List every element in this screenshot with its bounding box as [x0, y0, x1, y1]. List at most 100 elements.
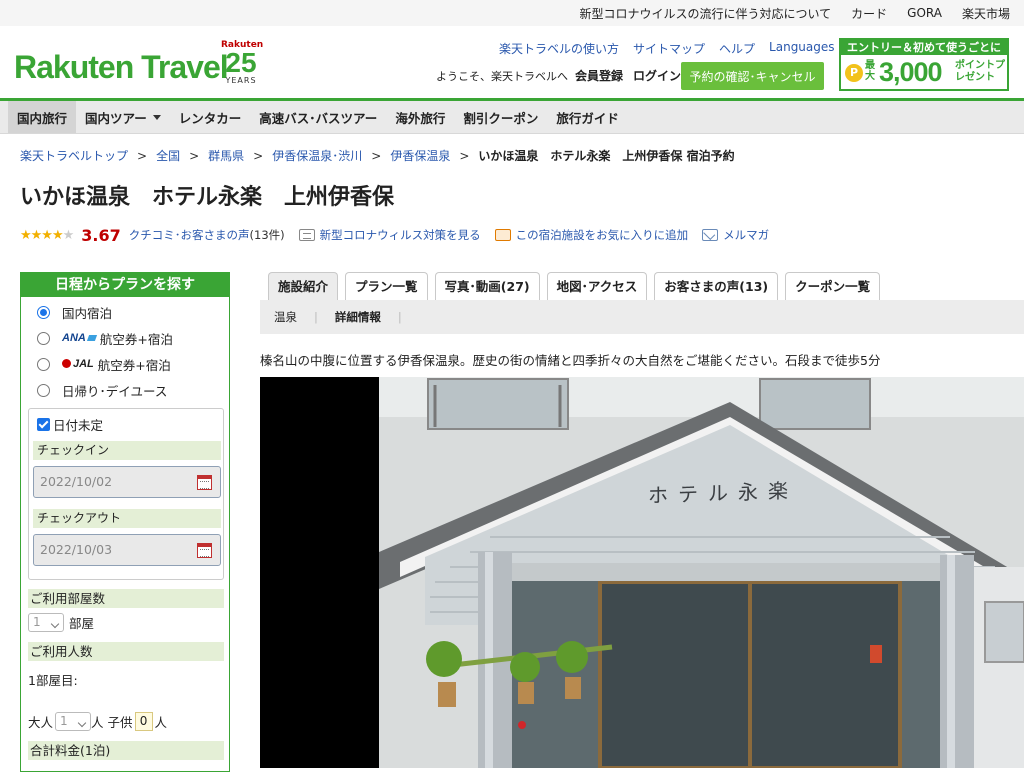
- tab-reviews-count: (13): [739, 279, 769, 294]
- welcome-text: ようこそ、楽天トラベルへ: [436, 70, 568, 83]
- breadcrumb-current: いかほ温泉 ホテル永楽 上州伊香保 宿泊予約: [478, 149, 735, 163]
- tab-coupons[interactable]: クーポン一覧: [785, 272, 881, 300]
- hotel-description: 榛名山の中腹に位置する伊香保温泉。歴史の街の情緒と四季折々の大自然をご堪能くださ…: [260, 353, 881, 368]
- checkout-date-value: 2022/10/03: [40, 542, 113, 557]
- checkout-label: チェックアウト: [33, 509, 221, 528]
- breadcrumb-item[interactable]: 伊香保温泉: [390, 147, 450, 164]
- points-promo-banner[interactable]: エントリー＆初めて使うごとに P 最大 3,000 ポイントプレゼント: [839, 38, 1009, 91]
- total-price-label: 合計料金(1泊): [28, 741, 224, 760]
- nav-rental-car[interactable]: レンタカー: [170, 101, 251, 133]
- subtab-divider: |: [314, 310, 318, 324]
- date-selection-box: 日付未定 チェックイン 2022/10/02 チェックアウト 2022/10/0…: [28, 408, 224, 580]
- breadcrumb-item[interactable]: 群馬県: [208, 147, 244, 164]
- rakuten-ichiba-link[interactable]: 楽天市場: [962, 5, 1010, 22]
- add-favorite-link[interactable]: この宿泊施設をお気に入りに追加: [494, 227, 689, 243]
- reservation-check-button[interactable]: 予約の確認･キャンセル: [681, 62, 824, 90]
- guests-label: ご利用人数: [28, 642, 224, 661]
- tab-facility-info[interactable]: 施設紹介: [268, 272, 339, 300]
- ana-logo: ANA: [62, 332, 96, 344]
- rakuten-travel-logo[interactable]: Rakuten Travel: [14, 51, 229, 83]
- breadcrumb-item[interactable]: 楽天トラベルトップ: [20, 147, 128, 164]
- covid-notice-link[interactable]: 新型コロナウイルスの流行に伴う対応について: [580, 5, 832, 22]
- reviews-label: クチコミ･お客さまの声: [128, 228, 250, 242]
- tab-reviews[interactable]: お客さまの声(13): [654, 272, 779, 300]
- nav-domestic-travel[interactable]: 国内旅行: [8, 101, 77, 133]
- tab-plans[interactable]: プラン一覧: [345, 272, 428, 300]
- promo-unit: ポイントプレゼント: [955, 60, 1005, 83]
- date-undecided-checkbox[interactable]: 日付未定: [37, 415, 103, 434]
- site-header: Rakuten Travel Rakuten 25 YEARS 楽天トラベルの使…: [0, 26, 1024, 98]
- calendar-icon[interactable]: [197, 543, 212, 558]
- date-undecided-label: 日付未定: [53, 418, 104, 433]
- add-favorite-label: この宿泊施設をお気に入りに追加: [515, 228, 689, 242]
- checkbox-checked[interactable]: [37, 418, 50, 431]
- room1-label: 1部屋目:: [28, 673, 78, 688]
- checkin-date-input[interactable]: 2022/10/02: [33, 466, 221, 498]
- radio-selected[interactable]: [37, 305, 50, 319]
- radio-unselected[interactable]: [37, 383, 50, 397]
- nav-discount-coupons[interactable]: 割引クーポン: [454, 101, 547, 133]
- photo-letterbox: [260, 377, 379, 768]
- calendar-icon[interactable]: [197, 475, 212, 490]
- breadcrumb-item[interactable]: 全国: [156, 147, 180, 164]
- breadcrumb-separator: >: [459, 148, 470, 163]
- option-domestic-stay[interactable]: 国内宿泊: [37, 302, 112, 322]
- register-link[interactable]: 会員登録: [575, 67, 623, 84]
- plan-search-heading: 日程からプランを探す: [21, 273, 229, 297]
- chevron-down-icon: [152, 114, 161, 120]
- breadcrumb: 楽天トラベルトップ > 全国 > 群馬県 > 伊香保温泉･渋川 > 伊香保温泉 …: [20, 147, 735, 164]
- login-link[interactable]: ログイン: [633, 67, 681, 84]
- nav-domestic-tour[interactable]: 国内ツアー: [76, 101, 170, 133]
- how-to-use-link[interactable]: 楽天トラベルの使い方: [499, 40, 619, 57]
- nav-highway-bus[interactable]: 高速バス･バスツアー: [250, 101, 386, 133]
- subtab-divider: |: [397, 310, 402, 324]
- option-label: 日帰り･デイユース: [62, 383, 168, 399]
- option-label: 航空券+宿泊: [99, 331, 173, 347]
- rooms-label: ご利用部屋数: [28, 589, 224, 608]
- tab-map-access[interactable]: 地図･アクセス: [546, 272, 648, 300]
- option-ana-flight-stay[interactable]: ANA 航空券+宿泊: [37, 328, 173, 348]
- nav-domestic-tour-label: 国内ツアー: [85, 110, 147, 126]
- rooms-unit: 部屋: [69, 616, 95, 631]
- breadcrumb-separator: >: [189, 148, 200, 163]
- child-count-button[interactable]: 0: [134, 712, 153, 731]
- option-jal-flight-stay[interactable]: JAL 航空券+宿泊: [37, 354, 171, 374]
- nav-overseas-travel[interactable]: 海外旅行: [386, 101, 454, 133]
- anniversary-logo: Rakuten 25 YEARS: [221, 40, 263, 90]
- mail-magazine-link[interactable]: メルマガ: [702, 227, 769, 243]
- mail-icon: [702, 229, 719, 241]
- subtab-details[interactable]: 詳細情報: [335, 309, 381, 325]
- adult-select[interactable]: 1: [55, 712, 92, 731]
- option-label: 航空券+宿泊: [97, 357, 171, 373]
- gora-link[interactable]: GORA: [907, 6, 942, 20]
- checkout-date-input[interactable]: 2022/10/03: [33, 534, 221, 566]
- anniversary-suffix: YEARS: [225, 76, 257, 85]
- card-link[interactable]: カード: [851, 5, 887, 22]
- tab-reviews-label: お客さまの声: [664, 279, 740, 294]
- hotel-photo[interactable]: ホテル永楽: [260, 377, 1024, 768]
- radio-unselected[interactable]: [37, 357, 50, 371]
- breadcrumb-item[interactable]: 伊香保温泉･渋川: [272, 147, 362, 164]
- option-day-use[interactable]: 日帰り･デイユース: [37, 380, 167, 400]
- main-nav: 国内旅行 国内ツアー レンタカー 高速バス･バスツアー 海外旅行 割引クーポン …: [0, 98, 1024, 134]
- adult-label: 大人: [28, 715, 54, 730]
- reviews-count: (13件): [249, 228, 285, 242]
- languages-dropdown[interactable]: Languages: [769, 40, 848, 57]
- child-label: 子供: [107, 715, 133, 730]
- help-link[interactable]: ヘルプ: [719, 40, 755, 57]
- rooms-select[interactable]: 1: [28, 613, 64, 632]
- tab-photos[interactable]: 写真･動画(27): [434, 272, 540, 300]
- covid-measures-link[interactable]: 新型コロナウィルス対策を見る: [298, 227, 481, 243]
- rating-score: 3.67: [81, 225, 121, 245]
- utility-bar: 新型コロナウイルスの流行に伴う対応について カード GORA 楽天市場: [0, 0, 1024, 26]
- facility-tabs: 施設紹介 プラン一覧 写真･動画(27) 地図･アクセス お客さまの声(13) …: [268, 272, 881, 300]
- hotel-sign: ホテル永楽: [648, 478, 798, 508]
- radio-unselected[interactable]: [37, 331, 50, 345]
- nav-travel-guide[interactable]: 旅行ガイド: [547, 101, 628, 133]
- promo-max-label: 最大: [865, 60, 875, 82]
- sitemap-link[interactable]: サイトマップ: [633, 40, 705, 57]
- reviews-link[interactable]: クチコミ･お客さまの声 (13件): [129, 227, 285, 243]
- mail-magazine-label: メルマガ: [723, 228, 770, 242]
- subtab-onsen[interactable]: 温泉: [274, 309, 297, 325]
- hotel-title: いかほ温泉 ホテル永楽 上州伊香保: [20, 185, 395, 210]
